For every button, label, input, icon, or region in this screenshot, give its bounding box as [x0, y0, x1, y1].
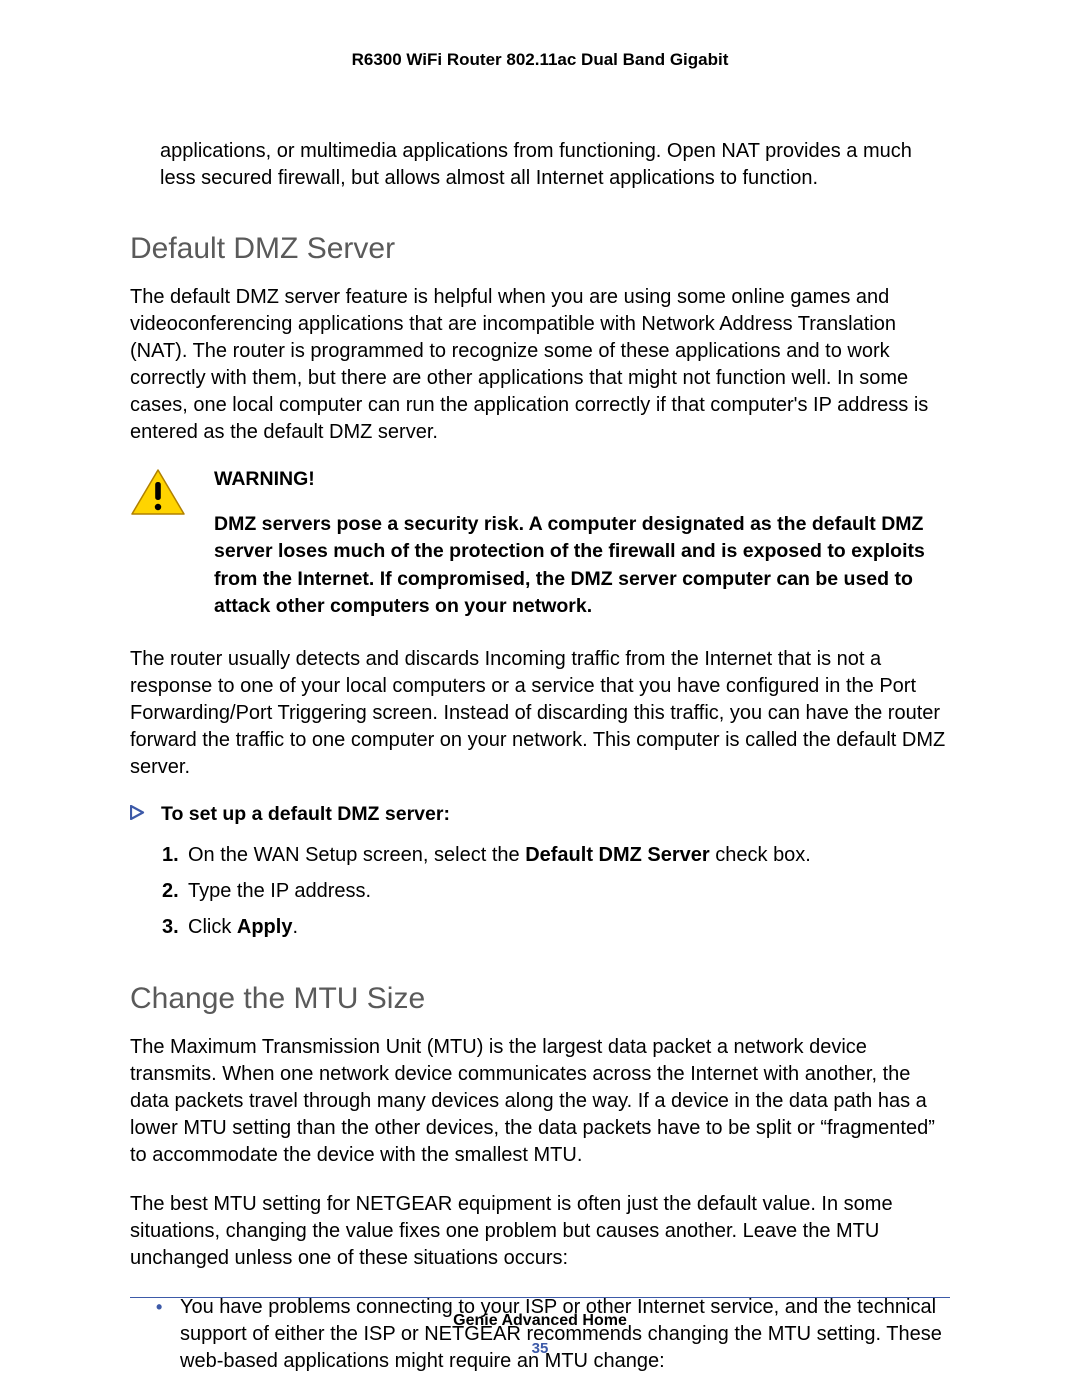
- step-number: 1.: [162, 840, 188, 870]
- task-arrow-icon: [130, 805, 145, 820]
- footer-section-name: Genie Advanced Home: [130, 1312, 950, 1330]
- warning-block: WARNING! DMZ servers pose a security ris…: [130, 468, 950, 620]
- heading-default-dmz-server: Default DMZ Server: [130, 232, 950, 266]
- step-text: Type the IP address.: [188, 876, 371, 906]
- step-2: 2. Type the IP address.: [162, 876, 950, 906]
- heading-change-mtu-size: Change the MTU Size: [130, 982, 950, 1016]
- warning-title: WARNING!: [214, 468, 950, 491]
- step-list: 1. On the WAN Setup screen, select the D…: [162, 840, 950, 942]
- step-number: 3.: [162, 912, 188, 942]
- step-text: Click Apply.: [188, 912, 298, 942]
- step-number: 2.: [162, 876, 188, 906]
- dmz-intro-paragraph: The default DMZ server feature is helpfu…: [130, 284, 950, 446]
- footer-page-number: 35: [130, 1340, 950, 1357]
- warning-icon: [130, 468, 186, 518]
- task-title-text: To set up a default DMZ server:: [161, 803, 450, 826]
- page-footer: Genie Advanced Home 35: [130, 1297, 950, 1357]
- footer-rule: [130, 1297, 950, 1298]
- step-text: On the WAN Setup screen, select the Defa…: [188, 840, 811, 870]
- step-3: 3. Click Apply.: [162, 912, 950, 942]
- document-page: R6300 WiFi Router 802.11ac Dual Band Gig…: [0, 0, 1080, 1397]
- dmz-behavior-paragraph: The router usually detects and discards …: [130, 646, 950, 781]
- step-1: 1. On the WAN Setup screen, select the D…: [162, 840, 950, 870]
- warning-body: DMZ servers pose a security risk. A comp…: [214, 511, 950, 620]
- continuation-paragraph: applications, or multimedia applications…: [160, 138, 950, 192]
- mtu-advice-paragraph: The best MTU setting for NETGEAR equipme…: [130, 1191, 950, 1272]
- task-heading: To set up a default DMZ server:: [130, 803, 950, 826]
- document-header: R6300 WiFi Router 802.11ac Dual Band Gig…: [130, 50, 950, 70]
- mtu-intro-paragraph: The Maximum Transmission Unit (MTU) is t…: [130, 1034, 950, 1169]
